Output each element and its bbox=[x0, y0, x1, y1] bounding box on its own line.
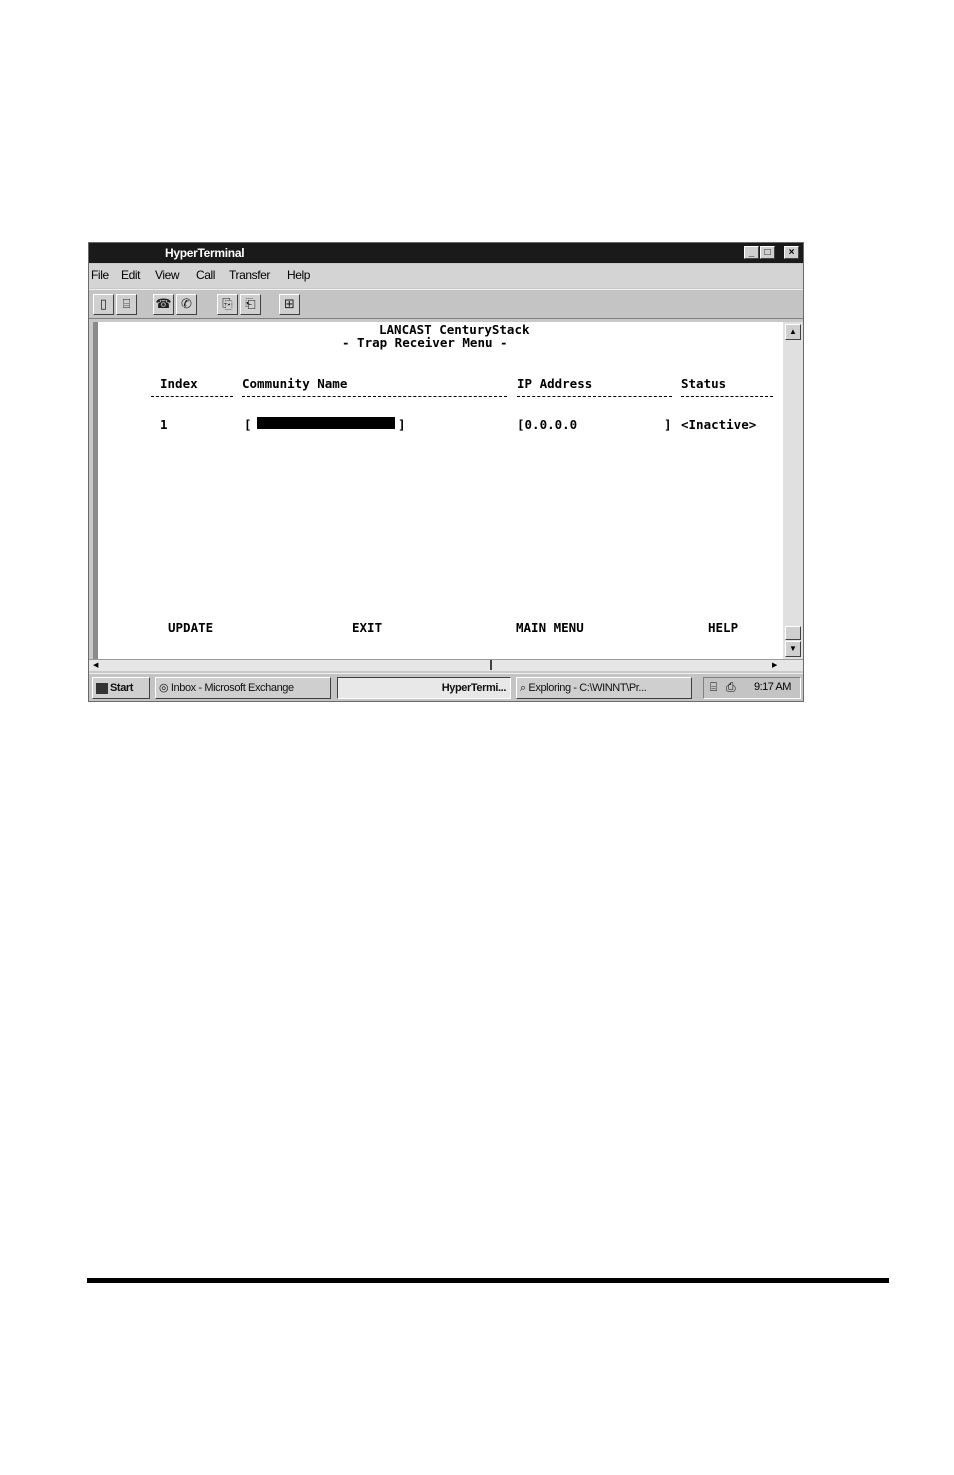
maximize-button[interactable]: □ bbox=[760, 246, 775, 259]
column-header-community: Community Name bbox=[242, 376, 348, 391]
column-header-ip: IP Address bbox=[517, 376, 593, 391]
vertical-scrollbar[interactable]: ▲ ▼ bbox=[783, 322, 803, 659]
header-rule bbox=[242, 396, 507, 397]
ip-bracket-close: ] bbox=[664, 417, 672, 432]
main-menu-command[interactable]: MAIN MENU bbox=[516, 620, 584, 635]
clock[interactable]: 9:17 AM bbox=[754, 681, 791, 693]
menu-edit[interactable]: Edit bbox=[121, 268, 140, 282]
start-label: Start bbox=[110, 682, 134, 694]
scroll-up-icon[interactable]: ▲ bbox=[785, 324, 801, 340]
hyperterminal-window: HyperTerminal _ □ × File Edit View Call … bbox=[88, 242, 804, 702]
new-icon[interactable]: ▯ bbox=[93, 294, 114, 315]
help-command[interactable]: HELP bbox=[708, 620, 738, 635]
taskbar: Start ◎ Inbox - Microsoft Exchange Hyper… bbox=[89, 673, 803, 701]
task-inbox-label: Inbox - Microsoft Exchange bbox=[170, 682, 294, 694]
close-button[interactable]: × bbox=[784, 246, 799, 259]
community-bracket-open: [ bbox=[244, 417, 252, 432]
menu-transfer[interactable]: Transfer bbox=[229, 268, 270, 282]
status-field[interactable]: <Inactive> bbox=[681, 417, 756, 432]
task-exploring[interactable]: ⌕ Exploring - C:\WINNT\Pr... bbox=[516, 677, 692, 699]
scroll-down-icon[interactable]: ▼ bbox=[785, 641, 801, 657]
menu-bar: File Edit View Call Transfer Help bbox=[89, 264, 803, 288]
ip-address-field[interactable]: [0.0.0.0 bbox=[517, 417, 577, 432]
windows-logo-icon bbox=[96, 682, 108, 694]
header-rule bbox=[681, 396, 773, 397]
community-bracket-close: ] bbox=[398, 417, 406, 432]
send-icon[interactable]: ⎘ bbox=[217, 294, 238, 315]
scroll-right-icon[interactable]: ▶ bbox=[772, 661, 777, 669]
window-title: HyperTerminal bbox=[165, 246, 245, 260]
start-button[interactable]: Start bbox=[92, 677, 150, 699]
explorer-icon: ⌕ bbox=[520, 682, 526, 694]
scroll-left-icon[interactable]: ◀ bbox=[93, 661, 98, 669]
header-rule bbox=[517, 396, 672, 397]
column-header-status: Status bbox=[681, 376, 727, 391]
receive-icon[interactable]: ⎗ bbox=[240, 294, 261, 315]
minimize-button[interactable]: _ bbox=[744, 246, 759, 259]
menu-file[interactable]: File bbox=[91, 268, 109, 282]
menu-call[interactable]: Call bbox=[196, 268, 215, 282]
system-tray: ⌸ ⎙ 9:17 AM bbox=[703, 677, 801, 699]
toolbar: ▯ ⌸ ☎ ✆ ⎘ ⎗ ⊞ bbox=[89, 289, 803, 319]
task-hyperterminal-label: HyperTermi... bbox=[441, 682, 507, 694]
network-icon[interactable]: ⌸ bbox=[710, 680, 717, 695]
update-command[interactable]: UPDATE bbox=[168, 620, 213, 635]
terminal-subheading: - Trap Receiver Menu - bbox=[342, 335, 508, 350]
task-inbox[interactable]: ◎ Inbox - Microsoft Exchange bbox=[155, 677, 331, 699]
menu-help[interactable]: Help bbox=[287, 268, 310, 282]
exit-command[interactable]: EXIT bbox=[352, 620, 382, 635]
task-hyperterminal[interactable]: HyperTermi... bbox=[337, 677, 511, 699]
properties-icon[interactable]: ⊞ bbox=[279, 294, 300, 315]
terminal-screen[interactable]: LANCAST CenturyStack - Trap Receiver Men… bbox=[93, 322, 783, 659]
horizontal-scroll-thumb[interactable] bbox=[490, 660, 492, 670]
column-header-index: Index bbox=[160, 376, 198, 391]
menu-view[interactable]: View bbox=[155, 268, 180, 282]
horizontal-scrollbar[interactable]: ◀ ▶ bbox=[89, 659, 803, 671]
connect-icon[interactable]: ☎ bbox=[153, 294, 174, 315]
community-name-field[interactable] bbox=[257, 417, 395, 429]
page-footer-rule bbox=[87, 1278, 889, 1283]
printer-icon[interactable]: ⎙ bbox=[726, 680, 736, 695]
row-index: 1 bbox=[160, 417, 168, 432]
disconnect-icon[interactable]: ✆ bbox=[176, 294, 197, 315]
open-icon[interactable]: ⌸ bbox=[116, 294, 137, 315]
inbox-icon: ◎ bbox=[159, 682, 169, 694]
header-rule bbox=[151, 396, 233, 397]
scroll-thumb[interactable] bbox=[785, 626, 801, 640]
task-exploring-label: Exploring - C:\WINNT\Pr... bbox=[528, 682, 647, 694]
title-bar[interactable]: HyperTerminal _ □ × bbox=[89, 243, 803, 263]
